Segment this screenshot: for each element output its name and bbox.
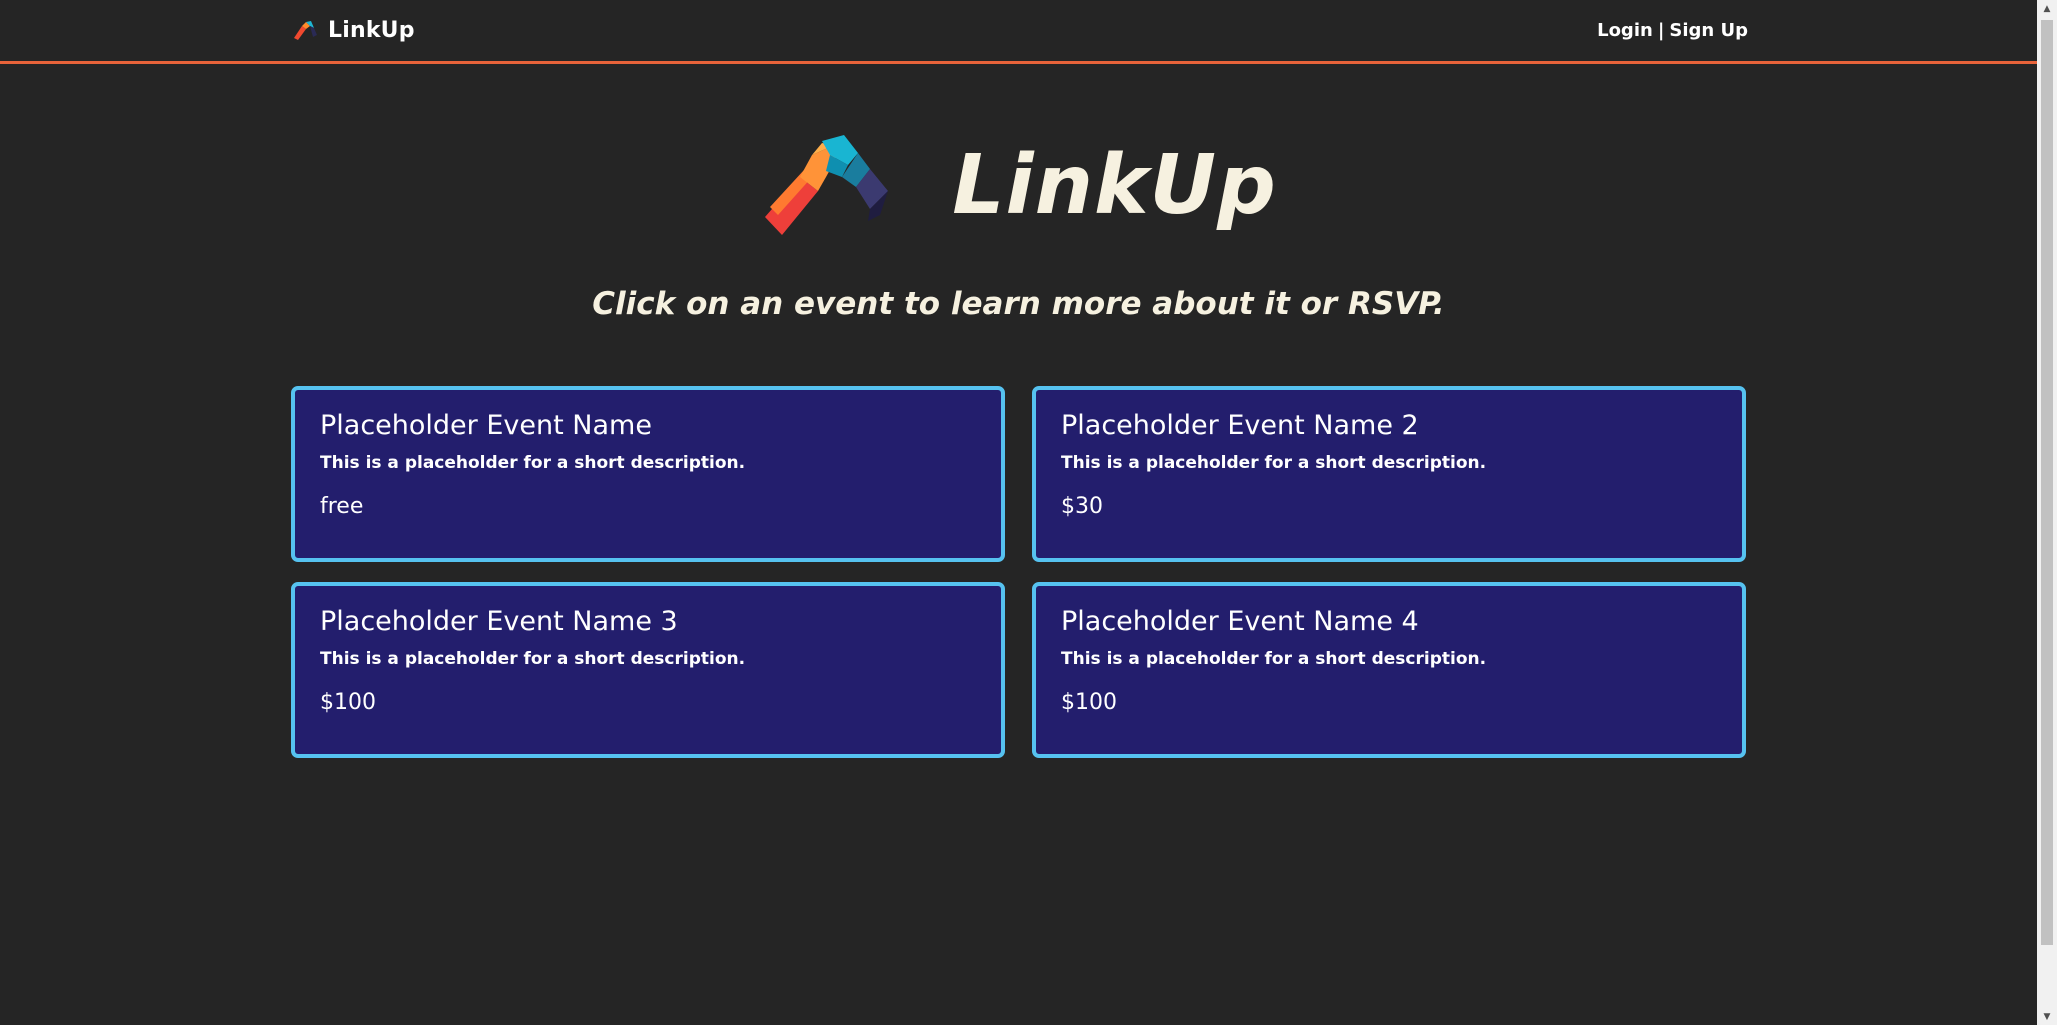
event-name: Placeholder Event Name 4: [1061, 606, 1419, 637]
event-price: $100: [1061, 690, 1117, 715]
event-price: free: [320, 494, 364, 519]
vertical-scrollbar[interactable]: ▲ ▼: [2037, 0, 2057, 1025]
scrollbar-thumb[interactable]: [2041, 20, 2053, 945]
event-description: This is a placeholder for a short descri…: [1061, 649, 1487, 669]
event-card[interactable]: Placeholder Event Name 3 This is a place…: [291, 582, 1005, 758]
login-link[interactable]: Login: [1597, 20, 1653, 41]
linkup-logo-icon: [294, 21, 317, 40]
event-card[interactable]: Placeholder Event Name This is a placeho…: [291, 386, 1005, 562]
event-description: This is a placeholder for a short descri…: [320, 649, 746, 669]
auth-links: Login | Sign Up: [1597, 16, 1748, 44]
instruction-text: Click on an event to learn more about it…: [592, 286, 1445, 322]
event-price: $30: [1061, 494, 1103, 519]
auth-separator: |: [1657, 19, 1665, 41]
hero-banner: LinkUp: [0, 120, 2037, 250]
nav-brand-link[interactable]: LinkUp: [292, 14, 415, 46]
event-card[interactable]: Placeholder Event Name 2 This is a place…: [1032, 386, 1746, 562]
scroll-up-arrow-icon[interactable]: ▲: [2037, 0, 2057, 17]
event-description: This is a placeholder for a short descri…: [1061, 453, 1487, 473]
event-price: $100: [320, 690, 376, 715]
page: LinkUp Login | Sign Up LinkUp Click on a…: [0, 0, 2057, 1025]
event-name: Placeholder Event Name 3: [320, 606, 678, 637]
top-navbar: LinkUp Login | Sign Up: [0, 0, 2037, 64]
signup-link[interactable]: Sign Up: [1669, 20, 1748, 41]
event-name: Placeholder Event Name: [320, 410, 652, 441]
events-grid: Placeholder Event Name This is a placeho…: [291, 386, 1746, 758]
event-card[interactable]: Placeholder Event Name 4 This is a place…: [1032, 582, 1746, 758]
hero-title: LinkUp: [952, 137, 1277, 233]
event-name: Placeholder Event Name 2: [1061, 410, 1419, 441]
nav-brand-text: LinkUp: [328, 17, 415, 43]
scroll-down-arrow-icon[interactable]: ▼: [2037, 1008, 2057, 1025]
event-description: This is a placeholder for a short descri…: [320, 453, 746, 473]
linkup-handshake-logo: [765, 135, 889, 235]
